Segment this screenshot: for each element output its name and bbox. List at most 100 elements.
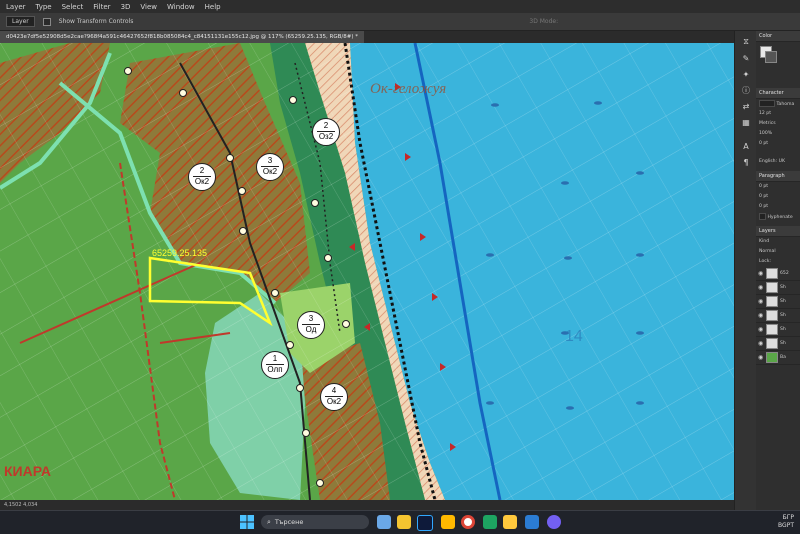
search-icon: ⌕ (267, 517, 271, 526)
sea-name-label: Ок-геложуя (370, 81, 447, 97)
auto-select-dropdown[interactable]: Layer (6, 16, 35, 27)
panel-icon-strip: ⧖ ✎ ✦ ⓘ ⇄ ▦ A ¶ (734, 31, 757, 510)
zone-code: Олп (267, 365, 283, 374)
font-size-value[interactable]: 12 pt (759, 111, 771, 116)
layer-row[interactable]: ◉ Sh (756, 295, 800, 309)
layer-thumbnail (766, 324, 778, 335)
visibility-eye-icon[interactable]: ◉ (758, 312, 764, 319)
brush-icon[interactable]: ✎ (740, 53, 752, 63)
layer-row[interactable]: ◉ Sh (756, 309, 800, 323)
photoshop-icon[interactable] (417, 515, 433, 531)
layer-row[interactable]: ◉ Ba (756, 351, 800, 365)
zone-label-oz2: 2 Оз2 (312, 118, 340, 146)
zone-code: Ок2 (194, 177, 210, 186)
layer-row[interactable]: ◉ 652 (756, 267, 800, 281)
zone-code: Од (305, 325, 317, 334)
layer-thumbnail (766, 338, 778, 349)
folder-icon[interactable] (441, 515, 455, 529)
indent-left-value[interactable]: 0 pt (759, 184, 768, 189)
layer-name: Ba (780, 355, 786, 360)
hyphenate-label: Hyphenate (767, 215, 793, 220)
visibility-eye-icon[interactable]: ◉ (758, 326, 764, 333)
layer-kind-filter[interactable]: Kind (759, 239, 769, 244)
layer-name: Sh (780, 285, 786, 290)
space-before-value[interactable]: 0 pt (759, 194, 768, 199)
layer-name: 652 (780, 271, 789, 276)
menu-type[interactable]: Type (36, 3, 52, 11)
hyphenate-checkbox[interactable] (759, 213, 766, 220)
3d-mode-label: 3D Mode: (529, 18, 559, 25)
zone-number: 3 (302, 314, 320, 325)
zone-number: 1 (266, 354, 284, 365)
paragraph-icon[interactable]: ¶ (740, 157, 752, 167)
show-transform-label: Show Transform Controls (58, 18, 134, 25)
sea-zone-number: 14 (565, 328, 583, 345)
font-family-value: Tahoma (776, 102, 795, 107)
image-canvas[interactable]: 65259.25.135 КИАРА Ок-геложуя 14 2 Ок2 3… (0, 43, 734, 500)
widgets-icon[interactable] (377, 515, 391, 529)
zone-label-ok2-b: 3 Ок2 (256, 153, 284, 181)
visibility-eye-icon[interactable]: ◉ (758, 340, 764, 347)
layer-thumbnail (766, 268, 778, 279)
layer-name: Sh (780, 313, 786, 318)
layer-row[interactable]: ◉ Sh (756, 281, 800, 295)
layer-thumbnail (766, 310, 778, 321)
layer-name: Sh (780, 299, 786, 304)
menu-window[interactable]: Window (167, 3, 195, 11)
color-panel-title[interactable]: Color (756, 31, 800, 42)
layer-thumbnail (766, 282, 778, 293)
show-transform-checkbox[interactable] (42, 17, 51, 26)
layers-panel-title[interactable]: Layers (756, 226, 800, 237)
menu-help[interactable]: Help (205, 3, 221, 11)
document-tab[interactable]: d0423e7df5e52908d5e2cae?968f4a591c464276… (0, 31, 365, 43)
menu-filter[interactable]: Filter (93, 3, 110, 11)
chrome-icon[interactable] (461, 515, 475, 529)
search-label: Търсене (274, 518, 304, 526)
visibility-eye-icon[interactable]: ◉ (758, 354, 764, 361)
info-icon[interactable]: ⓘ (740, 85, 752, 95)
menu-view[interactable]: View (140, 3, 157, 11)
zone-label-olp: 1 Олп (261, 351, 289, 379)
layer-row[interactable]: ◉ Sh (756, 337, 800, 351)
history-icon[interactable]: ⧖ (740, 37, 752, 47)
layer-thumbnail (766, 296, 778, 307)
word-icon[interactable] (525, 515, 539, 529)
character-icon[interactable]: A (740, 141, 752, 151)
character-panel-title[interactable]: Character (756, 88, 800, 99)
folder-icon-2[interactable] (503, 515, 517, 529)
layer-row[interactable]: ◉ Sh (756, 323, 800, 337)
viber-icon[interactable] (547, 515, 561, 529)
font-family-field[interactable] (759, 100, 775, 107)
parcel-number-label: 65259.25.135 (152, 248, 208, 258)
baseline-value[interactable]: 0 pt (759, 141, 768, 146)
status-text: 4,1502 4,034 (4, 502, 38, 508)
channels-icon[interactable]: ▦ (740, 117, 752, 127)
blend-mode-dropdown[interactable]: Normal (759, 249, 776, 254)
windows-start-icon[interactable] (240, 515, 254, 529)
space-after-value[interactable]: 0 pt (759, 204, 768, 209)
system-tray[interactable]: БГР BGPT (778, 514, 794, 530)
zone-number: 3 (261, 156, 279, 167)
adjust-icon[interactable]: ✦ (740, 69, 752, 79)
menu-layer[interactable]: Layer (6, 3, 26, 11)
visibility-eye-icon[interactable]: ◉ (758, 298, 764, 305)
language-value[interactable]: English: UK (759, 159, 785, 164)
kerning-value[interactable]: Metrics (759, 121, 776, 126)
layer-thumbnail (766, 352, 778, 363)
zone-number: 2 (193, 166, 211, 177)
taskbar-search[interactable]: ⌕ Търсене (261, 515, 369, 529)
menu-bar: Layer Type Select Filter 3D View Window … (0, 0, 800, 13)
scale-value[interactable]: 100% (759, 131, 772, 136)
menu-3d[interactable]: 3D (121, 3, 131, 11)
visibility-eye-icon[interactable]: ◉ (758, 284, 764, 291)
zone-number: 2 (317, 121, 335, 132)
background-swatch[interactable] (765, 51, 777, 63)
visibility-eye-icon[interactable]: ◉ (758, 270, 764, 277)
language-indicator: БГР (782, 514, 794, 521)
zone-code: Оз2 (318, 132, 334, 141)
menu-select[interactable]: Select (62, 3, 84, 11)
paragraph-panel-title[interactable]: Paragraph (756, 171, 800, 182)
swap-icon[interactable]: ⇄ (740, 101, 752, 111)
file-explorer-icon[interactable] (397, 515, 411, 529)
app-icon[interactable] (483, 515, 497, 529)
